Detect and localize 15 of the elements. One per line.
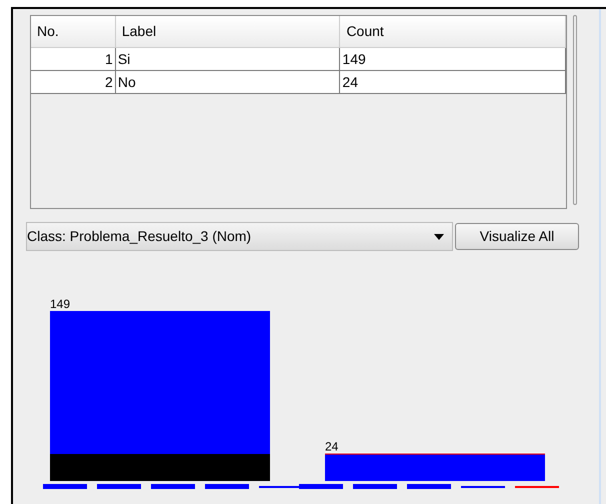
dropdown-arrow-icon xyxy=(434,234,444,240)
table-cell: No xyxy=(116,71,340,93)
column-header[interactable]: Count xyxy=(340,16,566,47)
column-header[interactable]: No. xyxy=(31,16,116,47)
table-cell: 149 xyxy=(340,48,566,70)
table-cell: 1 xyxy=(31,48,116,70)
visualize-all-button[interactable]: Visualize All xyxy=(455,223,579,250)
table-cell: 24 xyxy=(340,71,566,93)
table-cell: Si xyxy=(116,48,340,70)
column-header[interactable]: Label xyxy=(116,16,340,47)
scrollbar[interactable] xyxy=(573,15,577,205)
class-dropdown[interactable]: Class: Problema_Resuelto_3 (Nom) xyxy=(26,222,453,251)
table-cell: 2 xyxy=(31,71,116,93)
bar-value-label: 149 xyxy=(50,297,70,311)
bar-value-label: 24 xyxy=(325,440,338,454)
